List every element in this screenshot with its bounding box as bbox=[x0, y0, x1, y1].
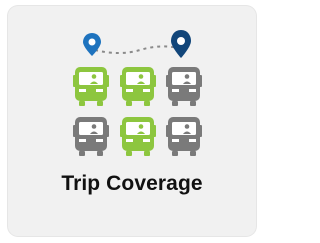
bus-icon-covered bbox=[120, 67, 156, 106]
tile-label: Trip Coverage bbox=[61, 172, 203, 195]
bus-icon-covered bbox=[120, 117, 156, 156]
bus-icon-covered bbox=[73, 67, 109, 106]
bus-icon-uncovered bbox=[73, 117, 109, 156]
start-pin-icon bbox=[83, 33, 101, 56]
end-pin-icon bbox=[171, 30, 191, 58]
route-line bbox=[94, 45, 179, 54]
bus-icon-uncovered bbox=[166, 67, 202, 106]
bus-icon-uncovered bbox=[166, 117, 202, 156]
trip-coverage-icon bbox=[73, 30, 202, 156]
